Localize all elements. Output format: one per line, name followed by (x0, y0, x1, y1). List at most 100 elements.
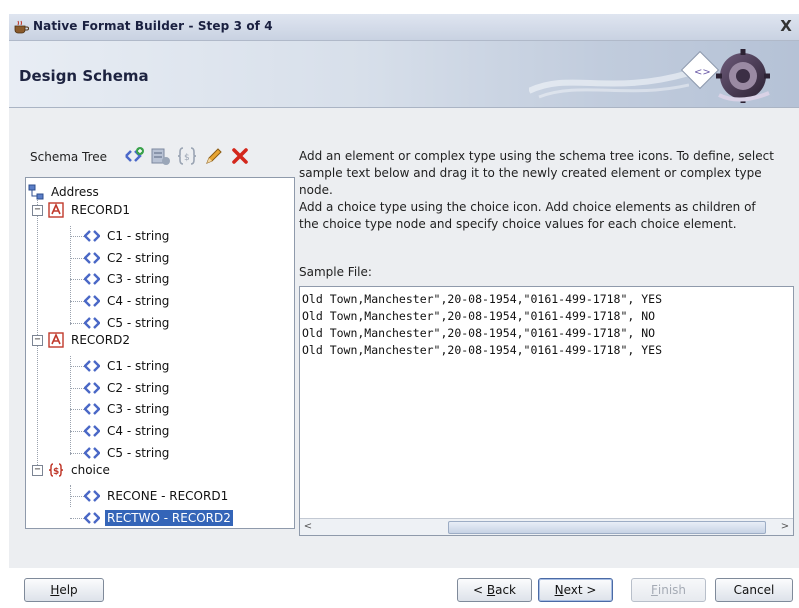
step-title: Design Schema (19, 67, 149, 85)
tree-leaf[interactable]: C1 - string (84, 226, 171, 246)
tree-leaf[interactable]: C4 - string (84, 291, 171, 311)
instructions-text: Add an element or complex type using the… (299, 148, 774, 233)
sample-line[interactable]: Old Town,Manchester",20-08-1954,"0161-49… (302, 326, 655, 340)
finish-mnemonic: F (650, 583, 658, 597)
tree-leaf[interactable]: C4 - string (84, 421, 171, 441)
tree-leaf-label: C4 - string (107, 294, 170, 308)
help-button[interactable]: Help (24, 578, 104, 602)
tree-leaf[interactable]: C2 - string (84, 248, 171, 268)
sample-line[interactable]: Old Town,Manchester",20-08-1954,"0161-49… (302, 343, 662, 357)
app-coffee-cup-icon (14, 20, 29, 34)
tree-leaf-label: C2 - string (107, 381, 170, 395)
element-icon (84, 360, 100, 372)
window-title: Native Format Builder - Step 3 of 4 (33, 19, 273, 33)
close-icon[interactable]: X (777, 17, 795, 35)
tree-root-label: Address (51, 185, 99, 199)
banner-decoration (529, 70, 689, 99)
tree-leaf-label: RECTWO - RECORD2 (105, 510, 233, 526)
tree-leaf-label: C3 - string (107, 402, 170, 416)
back-post: ack (495, 583, 516, 597)
next-mnemonic: N (554, 583, 564, 597)
builder-logo-icon: <> (680, 49, 770, 103)
finish-button[interactable]: Finish (631, 578, 706, 602)
sample-line[interactable]: Old Town,Manchester",20-08-1954,"0161-49… (302, 292, 662, 306)
svg-text:$: $ (53, 467, 59, 477)
back-pre: < (472, 583, 487, 597)
element-icon (84, 252, 100, 264)
tree-leaf[interactable]: C2 - string (84, 378, 171, 398)
collapse-record2-toggle[interactable]: − (32, 335, 43, 346)
tree-connector (70, 226, 71, 325)
element-icon (84, 230, 100, 242)
instruction-line: Add a choice type using the choice icon.… (299, 200, 756, 231)
tree-leaf[interactable]: RECONE - RECORD1 (84, 486, 230, 506)
sample-line[interactable]: Old Town,Manchester",20-08-1954,"0161-49… (302, 309, 655, 323)
element-icon (84, 425, 100, 437)
tree-node-label: RECORD2 (71, 333, 130, 347)
tree-leaf-label: C4 - string (107, 424, 170, 438)
element-icon (84, 447, 100, 459)
complex-type-icon (48, 332, 64, 348)
native-format-builder-dialog: Native Format Builder - Step 3 of 4 X De… (0, 0, 799, 608)
finish-post: inish (657, 583, 687, 597)
svg-text:$: $ (184, 153, 190, 163)
tree-root-address[interactable]: Address (28, 182, 101, 202)
complex-type-icon (48, 202, 64, 218)
tree-node-choice[interactable]: $ choice (48, 460, 112, 480)
tree-node-label: choice (71, 463, 110, 477)
next-post: ext > (563, 583, 597, 597)
tree-leaf-label: C5 - string (107, 316, 170, 330)
tree-leaf[interactable]: C3 - string (84, 399, 171, 419)
step-banner: Design Schema <> (9, 41, 799, 108)
tree-connector (70, 356, 71, 455)
cancel-button[interactable]: Cancel (715, 578, 793, 602)
tree-connector (37, 196, 38, 465)
tree-leaf[interactable]: C3 - string (84, 269, 171, 289)
scroll-left-icon[interactable]: < (302, 520, 314, 533)
add-element-icon[interactable] (123, 145, 145, 167)
sample-file-label: Sample File: (299, 265, 372, 279)
content-area: Schema Tree $ Address − RECORD1 C1 - str… (9, 108, 799, 568)
tree-node-record2[interactable]: RECORD2 (48, 330, 132, 350)
next-button[interactable]: Next > (538, 578, 613, 602)
tree-leaf[interactable]: C1 - string (84, 356, 171, 376)
tree-node-record1[interactable]: RECORD1 (48, 200, 132, 220)
schema-root-icon (28, 184, 44, 200)
element-icon (84, 317, 100, 329)
element-icon (84, 295, 100, 307)
back-button[interactable]: < Back (457, 578, 532, 602)
tree-leaf-label: C1 - string (107, 359, 170, 373)
scroll-right-icon[interactable]: > (779, 520, 791, 533)
tree-leaf-label: C1 - string (107, 229, 170, 243)
element-icon (84, 490, 100, 502)
back-mnemonic: B (486, 583, 496, 597)
element-icon (84, 382, 100, 394)
help-post: elp (59, 583, 78, 597)
edit-pencil-icon[interactable] (203, 145, 225, 167)
svg-text:<>: <> (694, 67, 711, 78)
schema-tree-label: Schema Tree (30, 150, 108, 164)
element-icon (84, 403, 100, 415)
delete-x-icon[interactable] (229, 145, 251, 167)
cancel-post: Cancel (733, 583, 775, 597)
schema-tree-panel[interactable]: Address − RECORD1 C1 - string C2 - strin… (25, 177, 295, 529)
collapse-record1-toggle[interactable]: − (32, 205, 43, 216)
horizontal-scrollbar[interactable]: < > (300, 518, 793, 535)
tree-node-label: RECORD1 (71, 203, 130, 217)
tree-leaf-label: RECONE - RECORD1 (107, 489, 229, 503)
choice-icon: $ (48, 463, 64, 477)
collapse-choice-toggle[interactable]: − (32, 465, 43, 476)
tree-leaf-label: C5 - string (107, 446, 170, 460)
instruction-line: Add an element or complex type using the… (299, 149, 774, 197)
tree-leaf-label: C3 - string (107, 272, 170, 286)
scrollbar-thumb[interactable] (448, 521, 766, 534)
title-bar: Native Format Builder - Step 3 of 4 X (9, 14, 799, 41)
add-complex-type-icon[interactable] (149, 145, 171, 167)
element-icon (84, 273, 100, 285)
add-choice-icon[interactable]: $ (176, 145, 198, 167)
tree-leaf-label: C2 - string (107, 251, 170, 265)
tree-leaf-selected[interactable]: RECTWO - RECORD2 (84, 508, 233, 528)
element-icon (84, 512, 100, 524)
help-mnemonic: H (50, 583, 60, 597)
sample-file-textarea[interactable]: Old Town,Manchester",20-08-1954,"0161-49… (299, 286, 794, 536)
